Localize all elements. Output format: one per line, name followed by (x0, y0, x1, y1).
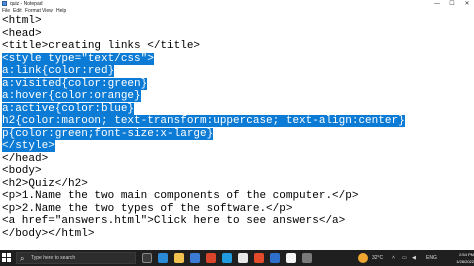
language-indicator[interactable]: ENG (426, 250, 437, 266)
weather-temperature[interactable]: 32°C (372, 250, 383, 266)
editor-line-selected: <style type="text/css"> (2, 52, 154, 65)
clock-date: 1/28/2022 (456, 259, 474, 264)
mail-icon[interactable] (222, 253, 232, 263)
title-bar: quiz - Notepad — ☐ ✕ (0, 0, 474, 8)
search-placeholder: Type here to search (31, 255, 76, 261)
network-icon[interactable]: ▭ (402, 250, 407, 266)
menu-help[interactable]: Help (56, 8, 66, 15)
close-button[interactable]: ✕ (460, 0, 474, 8)
file-explorer-icon[interactable] (174, 253, 184, 263)
edge-browser-icon[interactable] (158, 253, 168, 263)
editor-line: <html> (2, 15, 42, 27)
editor-line-selected: a:visited{color:green} (2, 77, 148, 90)
powerpoint-icon[interactable] (254, 253, 264, 263)
app-icon[interactable] (302, 253, 312, 263)
editor-line: </head> (2, 152, 49, 165)
taskbar: ⌕ Type here to search 32°C ˄ ▭ ◀ ENG 2:5… (0, 250, 474, 266)
volume-icon[interactable]: ◀ (412, 250, 416, 266)
taskbar-clock[interactable]: 2:54 PM 1/28/2022 (452, 251, 474, 265)
store-icon[interactable] (190, 253, 200, 263)
editor-line-selected: a:hover{color:orange} (2, 90, 141, 102)
clock-time: 2:54 PM (459, 252, 474, 257)
notepad-taskbar-icon[interactable] (238, 253, 248, 263)
taskbar-search-box[interactable]: ⌕ Type here to search (16, 252, 136, 264)
editor-line-selected: a:link{color:red} (2, 65, 115, 77)
text-editor[interactable]: <html> <head> <title>creating links </ti… (0, 15, 474, 250)
maximize-button[interactable]: ☐ (445, 0, 459, 8)
editor-line: <title>creating links </title> (2, 40, 201, 52)
task-view-icon[interactable] (142, 253, 152, 263)
menu-view[interactable]: View (42, 8, 53, 15)
editor-line-selected: p{color:green;font-size:x-large} (2, 127, 214, 140)
editor-line: <head> (2, 27, 42, 40)
search-icon: ⌕ (20, 254, 25, 263)
menu-format[interactable]: Format (25, 8, 41, 15)
weather-icon[interactable] (358, 253, 368, 263)
menu-bar: File Edit Format View Help (0, 8, 474, 15)
word-icon[interactable] (270, 253, 280, 263)
editor-line-selected: </style> (2, 140, 55, 152)
menu-edit[interactable]: Edit (13, 8, 22, 15)
editor-line: <h2>Quiz</h2> (2, 177, 88, 190)
editor-line: </body></html> (2, 227, 95, 240)
editor-line-selected: h2{color:maroon; text-transform:uppercas… (2, 115, 405, 127)
chrome-icon[interactable] (286, 253, 296, 263)
notepad-icon (2, 1, 7, 6)
window-title: quiz - Notepad (10, 1, 43, 7)
minimize-button[interactable]: — (430, 0, 444, 8)
office-icon[interactable] (206, 253, 216, 263)
windows-start-icon[interactable] (2, 253, 12, 263)
editor-line: <p>2.Name the two types of the software.… (2, 202, 293, 215)
tray-chevron-up-icon[interactable]: ˄ (392, 250, 395, 266)
menu-file[interactable]: File (2, 8, 10, 15)
editor-line-selected: a:active{color:blue} (2, 102, 135, 115)
editor-line: <body> (2, 165, 42, 177)
editor-line: <p>1.Name the two main components of the… (2, 190, 359, 202)
editor-line: <a href="answers.html">Click here to see… (2, 215, 346, 227)
